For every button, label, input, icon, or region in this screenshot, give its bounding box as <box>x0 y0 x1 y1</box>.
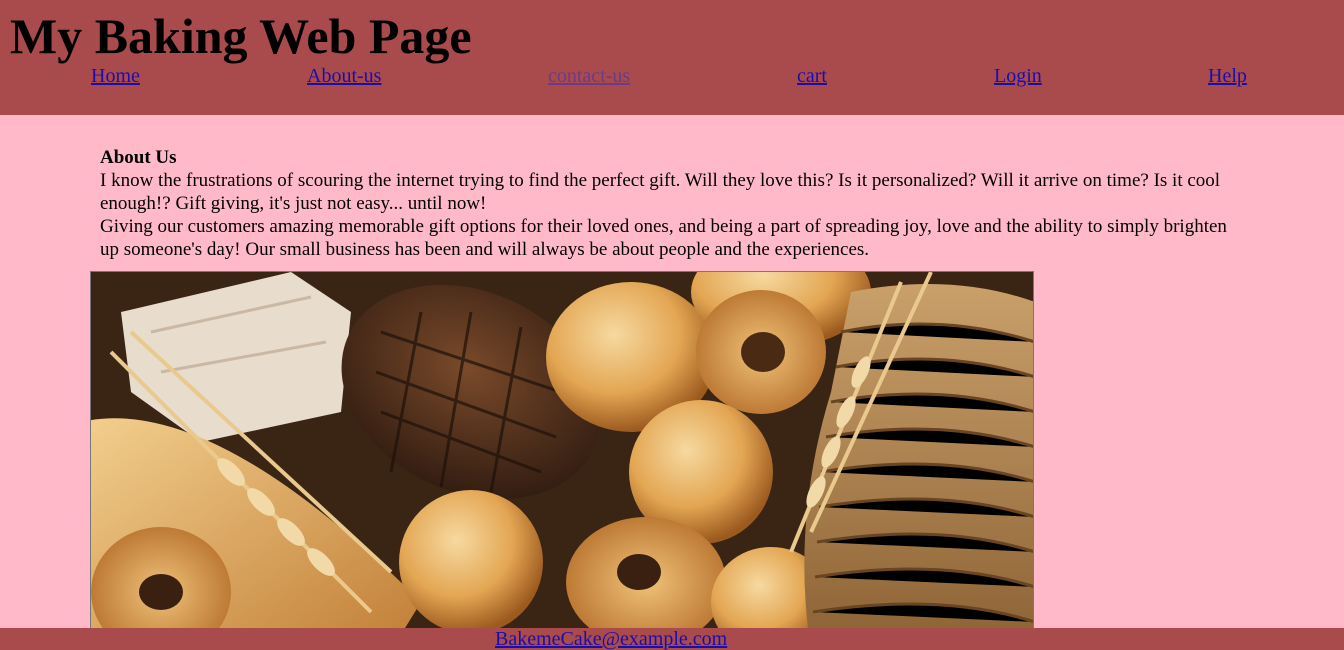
site-footer: BakemeCake@example.com <box>0 628 1344 650</box>
nav-link-cart[interactable]: cart <box>797 64 827 88</box>
site-title: My Baking Web Page <box>10 8 472 64</box>
about-section: About Us I know the frustrations of scou… <box>100 146 1250 261</box>
about-paragraph-2: Giving our customers amazing memorable g… <box>100 216 1227 260</box>
nav-link-contact-us[interactable]: contact-us <box>548 64 630 88</box>
site-header: My Baking Web Page Home About-us contact… <box>0 0 1344 115</box>
nav-link-about-us[interactable]: About-us <box>307 64 381 88</box>
about-paragraph-1: I know the frustrations of scouring the … <box>100 170 1221 214</box>
about-heading: About Us <box>100 147 177 168</box>
nav-link-home[interactable]: Home <box>91 64 140 88</box>
nav-link-help[interactable]: Help <box>1208 64 1247 88</box>
footer-email-link[interactable]: BakemeCake@example.com <box>495 628 727 650</box>
nav-link-login[interactable]: Login <box>994 64 1042 88</box>
bread-photo <box>90 271 1034 650</box>
